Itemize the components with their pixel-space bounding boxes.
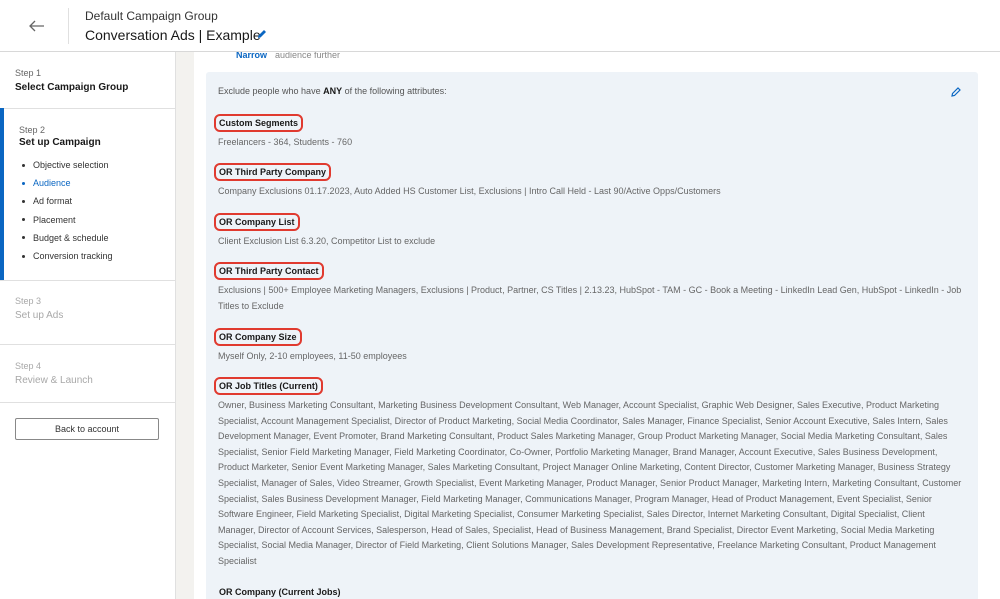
substep-audience[interactable]: Audience <box>19 174 175 192</box>
attribute-values: Client Exclusion List 6.3.20, Competitor… <box>218 236 436 246</box>
attribute-values: Company Exclusions 01.17.2023, Auto Adde… <box>218 186 721 196</box>
edit-exclusions-pencil-icon[interactable] <box>950 85 962 97</box>
attribute-label: OR Company (Current Jobs) <box>219 587 341 597</box>
campaign-group-name: Default Campaign Group <box>85 9 218 23</box>
attribute-company-list: OR Company List Client Exclusion List 6.… <box>214 212 963 250</box>
step-title: Review & Launch <box>15 375 93 386</box>
step-title: Set up Ads <box>15 310 64 321</box>
step-number: Step 3 <box>15 296 42 306</box>
bullet-icon <box>22 163 25 167</box>
header-divider <box>68 8 69 44</box>
bullet-icon <box>22 181 25 185</box>
attribute-label: OR Third Party Contact <box>214 262 324 280</box>
attribute-company-size: OR Company Size Myself Only, 2-10 employ… <box>214 327 963 365</box>
step-number: Step 2 <box>19 125 46 135</box>
arrow-left-icon <box>29 20 44 32</box>
substep-label: Placement <box>33 214 76 225</box>
top-header: Default Campaign Group Conversation Ads … <box>0 0 1000 52</box>
step-number: Step 4 <box>15 361 42 371</box>
narrow-audience-text: audience further <box>275 52 341 60</box>
steps-sidebar: Step 1 Select Campaign Group Step 2 Set … <box>0 52 176 599</box>
attribute-values: Myself Only, 2-10 employees, 11-50 emplo… <box>218 351 407 361</box>
exclude-heading: Exclude people who have ANY of the follo… <box>218 86 447 96</box>
attribute-values: Freelancers - 364, Students - 760 <box>218 137 353 147</box>
attribute-label: OR Company List <box>214 213 300 231</box>
narrow-audience-row: Narrow audience further <box>236 52 340 60</box>
back-button[interactable] <box>20 10 54 42</box>
attribute-company-current-jobs: OR Company (Current Jobs) <box>218 582 963 599</box>
narrow-audience-link[interactable]: Narrow <box>236 52 267 60</box>
bullet-icon <box>22 218 25 222</box>
exclude-attributes-panel: Exclude people who have ANY of the follo… <box>206 72 978 599</box>
step-4: Step 4 Review & Launch <box>0 361 175 386</box>
substep-conversion-tracking[interactable]: Conversion tracking <box>19 247 175 265</box>
attribute-custom-segments: Custom Segments Freelancers - 364, Stude… <box>214 113 963 151</box>
exclude-heading-emphasis: ANY <box>323 86 343 96</box>
substep-objective-selection[interactable]: Objective selection <box>19 156 175 174</box>
step-3: Step 3 Set up Ads <box>0 296 175 321</box>
bullet-icon <box>22 236 25 240</box>
scrollbar-track[interactable] <box>994 52 1000 599</box>
substep-budget-schedule[interactable]: Budget & schedule <box>19 229 175 247</box>
substep-label: Budget & schedule <box>33 232 109 243</box>
divider <box>0 280 175 281</box>
substep-label: Objective selection <box>33 160 109 170</box>
step-number: Step 1 <box>15 68 42 78</box>
attribute-values: Owner, Business Marketing Consultant, Ma… <box>218 400 962 566</box>
divider <box>0 344 175 345</box>
bullet-icon <box>22 254 25 258</box>
step-2[interactable]: Step 2 Set up Campaign Objective selecti… <box>0 125 175 265</box>
main-content: Narrow audience further Exclude people wh… <box>176 52 994 599</box>
step-title: Set up Campaign <box>19 137 101 148</box>
attribute-job-titles-current: OR Job Titles (Current) Owner, Business … <box>214 376 963 570</box>
attribute-label: OR Third Party Company <box>214 163 332 181</box>
attribute-label: OR Job Titles (Current) <box>214 377 323 395</box>
divider <box>0 108 175 109</box>
attribute-third-party-contact: OR Third Party Contact Exclusions | 500+… <box>214 261 963 314</box>
substep-list: Objective selection Audience Ad format P… <box>19 156 175 265</box>
pencil-icon[interactable] <box>256 27 270 41</box>
substep-label: Ad format <box>33 196 73 207</box>
bullet-icon <box>22 199 25 203</box>
substep-placement[interactable]: Placement <box>19 211 175 229</box>
exclude-heading-prefix: Exclude people who have <box>218 86 324 96</box>
substep-ad-format[interactable]: Ad format <box>19 192 175 210</box>
attribute-label: OR Company Size <box>214 328 302 346</box>
substep-label: Audience <box>33 178 71 189</box>
exclude-heading-suffix: of the following attributes: <box>342 86 447 96</box>
attribute-third-party-company: OR Third Party Company Company Exclusion… <box>214 162 963 200</box>
back-to-account-button[interactable]: Back to account <box>15 418 159 440</box>
step-title: Select Campaign Group <box>15 82 129 93</box>
campaign-name: Conversation Ads | Example <box>85 27 261 43</box>
attribute-label: Custom Segments <box>214 114 304 132</box>
attribute-values: Exclusions | 500+ Employee Marketing Man… <box>218 285 962 311</box>
substep-label: Conversion tracking <box>33 250 113 261</box>
step-1[interactable]: Step 1 Select Campaign Group <box>0 68 175 93</box>
divider <box>0 402 175 403</box>
